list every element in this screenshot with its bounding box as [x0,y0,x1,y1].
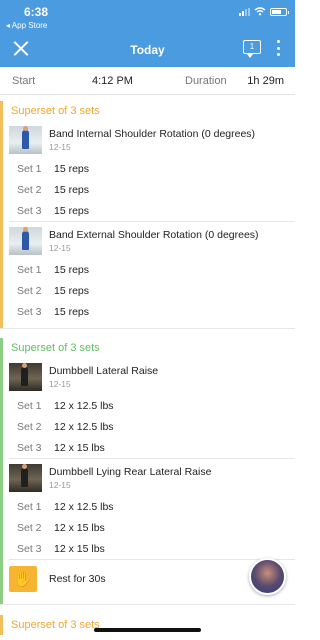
superset-title: Superset of 3 sets [11,342,100,354]
exercise-name: Band Internal Shoulder Rotation (0 degre… [49,127,256,140]
exercise-row[interactable]: Band Internal Shoulder Rotation (0 degre… [3,121,295,158]
exercise-row[interactable]: Band External Shoulder Rotation (0 degre… [3,222,295,259]
set-row[interactable]: Set 3 12 x 15 lbs [3,538,295,559]
set-row[interactable]: Set 2 15 reps [3,280,295,301]
set-value: 12 x 15 lbs [54,521,105,534]
exercise-rep-range: 12-15 [49,479,71,490]
set-value: 15 reps [54,305,90,318]
set-value: 12 x 15 lbs [54,441,105,454]
exercise-rep-range: 12-15 [49,141,71,152]
set-row[interactable]: Set 3 15 reps [3,200,295,221]
battery-icon [270,7,289,16]
signal-icon [239,7,250,16]
exercise-rep-range: 12-15 [49,378,71,389]
exercise-row[interactable]: Dumbbell Lateral Raise 12-15 [3,358,295,395]
start-value: 4:12 PM [92,74,133,87]
set-label: Set 1 [17,263,42,276]
superset-title: Superset of 3 sets [11,619,100,631]
set-label: Set 2 [17,183,42,196]
hand-icon: ✋ [9,566,37,592]
exercise-name: Band External Shoulder Rotation (0 degre… [49,228,259,241]
set-label: Set 3 [17,305,42,318]
status-time: 6:38 [24,5,49,19]
set-value: 15 reps [54,183,90,196]
set-row[interactable]: Set 1 15 reps [3,158,295,179]
set-value: 12 x 12.5 lbs [54,420,114,433]
set-value: 15 reps [54,284,90,297]
set-label: Set 3 [17,204,42,217]
set-row[interactable]: Set 3 12 x 15 lbs [3,437,295,458]
set-value: 12 x 12.5 lbs [54,399,114,412]
rest-label: Rest for 30s [49,573,106,585]
exercise-name: Dumbbell Lying Rear Lateral Raise [49,465,212,478]
set-row[interactable]: Set 2 12 x 15 lbs [3,517,295,538]
set-row[interactable]: Set 1 12 x 12.5 lbs [3,496,295,517]
superset-group: Superset of 3 sets Dumbbell Lateral Rais… [0,338,295,604]
set-value: 12 x 12.5 lbs [54,500,114,513]
wifi-icon [254,7,266,16]
superset-title: Superset of 3 sets [11,105,100,117]
set-row[interactable]: Set 3 15 reps [3,301,295,322]
set-label: Set 1 [17,162,42,175]
exercise-thumbnail [9,463,42,492]
exercise-rep-range: 12-15 [49,242,71,253]
set-label: Set 3 [17,542,42,555]
comments-icon[interactable]: 1 [243,40,261,58]
more-options-icon[interactable] [277,40,281,56]
set-value: 15 reps [54,204,90,217]
superset-group: Superset of 3 sets [0,615,295,635]
start-label: Start [12,74,36,87]
back-to-app-store[interactable]: ◂ App Store [6,21,47,30]
set-value: 15 reps [54,162,90,175]
set-row[interactable]: Set 2 15 reps [3,179,295,200]
home-indicator[interactable] [94,628,201,632]
set-label: Set 3 [17,441,42,454]
coach-avatar[interactable] [249,558,286,595]
superset-group: Superset of 3 sets Band Internal Shoulde… [0,101,295,328]
set-label: Set 2 [17,521,42,534]
status-icons [239,7,289,16]
top-header: 6:38 ◂ App Store Today 1 [0,0,295,67]
exercise-name: Dumbbell Lateral Raise [49,364,159,377]
set-label: Set 2 [17,284,42,297]
exercise-row[interactable]: Dumbbell Lying Rear Lateral Raise 12-15 [3,459,295,496]
set-row[interactable]: Set 1 15 reps [3,259,295,280]
exercise-thumbnail [9,362,42,391]
set-value: 15 reps [54,263,90,276]
set-row[interactable]: Set 2 12 x 12.5 lbs [3,416,295,437]
duration-value: 1h 29m [247,74,284,87]
exercise-thumbnail [9,226,42,255]
set-label: Set 1 [17,399,42,412]
set-label: Set 2 [17,420,42,433]
set-value: 12 x 15 lbs [54,542,105,555]
set-row[interactable]: Set 1 12 x 12.5 lbs [3,395,295,416]
exercise-thumbnail [9,125,42,154]
set-label: Set 1 [17,500,42,513]
duration-label: Duration [185,74,227,87]
workout-summary: Start 4:12 PM Duration 1h 29m [0,67,295,95]
